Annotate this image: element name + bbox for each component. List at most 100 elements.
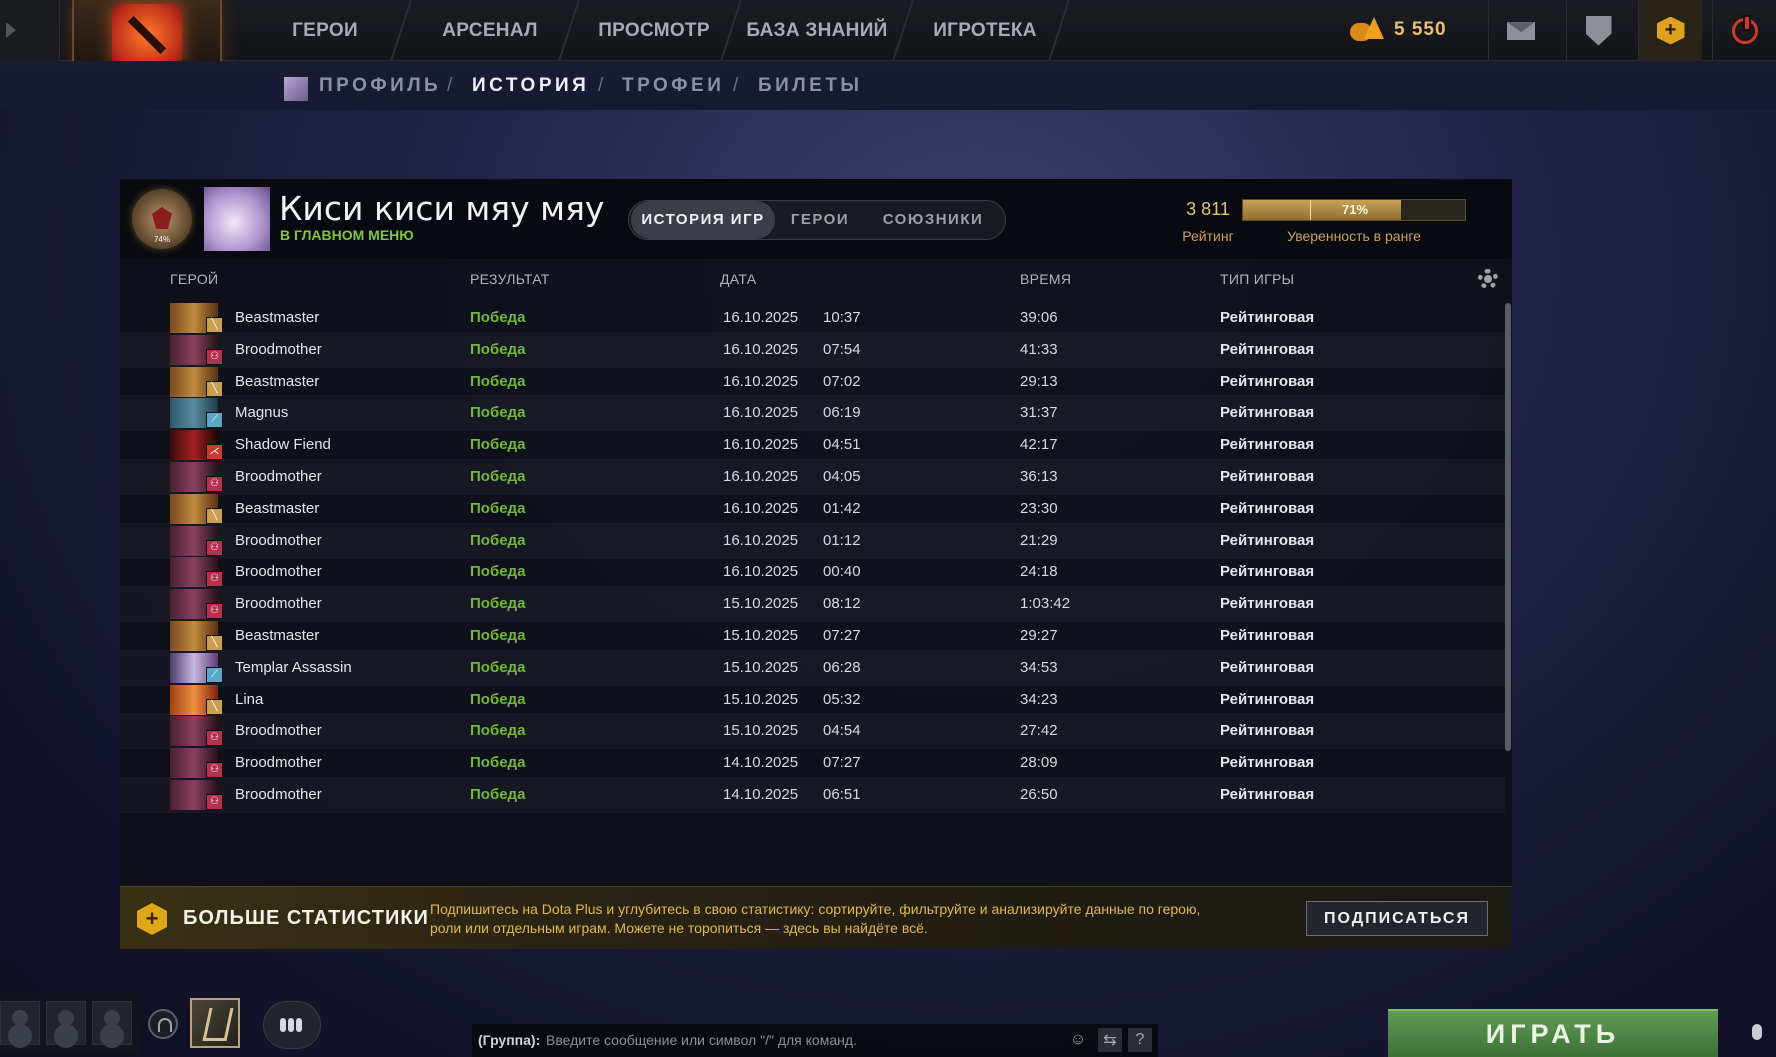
table-row[interactable]: ╲ Beastmaster Победа 16.10.2025 10:37 39:06 Ре… — [120, 300, 1505, 336]
dota-plus-button[interactable]: + — [1638, 0, 1702, 61]
role-icon: ⚇ — [206, 603, 223, 620]
game-type: Рейтинговая — [1220, 309, 1315, 326]
nav-separator — [390, 0, 412, 61]
role-icon: ⚇ — [206, 762, 223, 779]
nav-separator — [558, 0, 580, 61]
subnav-profile[interactable]: ПРОФИЛЬ — [319, 75, 441, 97]
table-row[interactable]: ⚇ Broodmother Победа 16.10.2025 04:05 36:13 Ре… — [120, 459, 1505, 495]
game-type: Рейтинговая — [1220, 754, 1315, 772]
match-duration: 29:27 — [1020, 627, 1058, 644]
nav-learn[interactable]: БАЗА ЗНАНИЙ — [742, 0, 892, 61]
table-row[interactable]: ⋌ Shadow Fiend Победа 16.10.2025 04:51 42:17 Р… — [120, 427, 1505, 463]
table-row[interactable]: ⚇ Broodmother Победа 14.10.2025 06:51 26:50 Ре… — [120, 777, 1505, 813]
microphone-icon[interactable] — [1752, 1024, 1762, 1040]
match-date: 15.10.2025 — [723, 690, 799, 708]
profile-avatar-small — [284, 77, 308, 101]
chat-input-field[interactable]: (Группа): Введите сообщение или символ "… — [472, 1024, 1158, 1057]
table-row[interactable]: ⚇ Broodmother Победа 16.10.2025 01:12 21:29 Ре… — [120, 523, 1505, 559]
match-date: 15.10.2025 — [723, 627, 799, 644]
match-date: 15.10.2025 — [723, 595, 799, 613]
table-row[interactable]: ⚇ Broodmother Победа 15.10.2025 08:12 1:03:42… — [120, 586, 1505, 622]
collapse-sidebar-button[interactable] — [0, 0, 60, 61]
dota-plus-level-badge[interactable] — [190, 998, 240, 1048]
hero: Magnus — [235, 404, 289, 422]
column-header-game-type[interactable]: ТИП ИГРЫ — [1220, 271, 1294, 287]
subnav-tickets[interactable]: БИЛЕТЫ — [758, 75, 863, 97]
game-type: Рейтинговая — [1220, 499, 1315, 517]
role-icon: ⟋ — [206, 412, 223, 429]
power-icon — [1731, 14, 1758, 44]
dota-plus-icon: + — [137, 903, 167, 935]
exit-button[interactable] — [1712, 0, 1776, 61]
match-duration: 34:23 — [1020, 690, 1058, 708]
role-icon: ╲ — [206, 635, 223, 651]
table-row[interactable]: ╲ Beastmaster Победа 16.10.2025 07:02 29:13 Ре… — [120, 364, 1505, 400]
headset-icon[interactable] — [148, 1009, 178, 1039]
emoji-icon[interactable]: ☺ — [1066, 1028, 1090, 1052]
match-history-panel: 74% Киси киси мяу мяу В ГЛАВНОМ МЕНЮ ИСТ… — [120, 179, 1512, 949]
help-icon[interactable]: ? — [1128, 1028, 1152, 1052]
inbox-button[interactable] — [1488, 0, 1552, 61]
party-slot-empty[interactable] — [46, 1001, 86, 1045]
scrollbar[interactable] — [1505, 303, 1511, 751]
chat-channels-button[interactable] — [263, 1001, 321, 1049]
result: Победа — [470, 595, 526, 613]
role-icon: ⚇ — [206, 348, 223, 365]
subnav-history[interactable]: ИСТОРИЯ — [472, 75, 589, 97]
party-slot-empty[interactable] — [92, 1001, 132, 1045]
tab-match-history[interactable]: ИСТОРИЯ ИГР — [631, 201, 775, 239]
table-row[interactable]: ⟋ Magnus Победа 16.10.2025 06:19 31:37 Рейтинг… — [120, 395, 1505, 431]
role-icon: ⚇ — [206, 730, 223, 747]
match-duration: 42:17 — [1020, 436, 1058, 454]
result: Победа — [470, 468, 526, 485]
result: Победа — [470, 340, 526, 358]
match-time: 01:42 — [823, 499, 861, 517]
match-date: 16.10.2025 — [723, 372, 799, 390]
nav-watch[interactable]: ПРОСМОТР — [588, 0, 720, 61]
hero: Beastmaster — [235, 627, 320, 644]
hero: Beastmaster — [235, 372, 320, 390]
game-type: Рейтинговая — [1220, 563, 1315, 581]
hero: Broodmother — [235, 531, 322, 549]
match-duration: 29:13 — [1020, 372, 1058, 390]
table-row[interactable]: ⚇ Broodmother Победа 16.10.2025 00:40 24:18 Ре… — [120, 554, 1505, 590]
armory-button[interactable] — [1566, 0, 1630, 61]
result: Победа — [470, 309, 526, 326]
avatar[interactable] — [204, 187, 270, 251]
play-button[interactable]: ИГРАТЬ — [1388, 1009, 1718, 1057]
gear-icon[interactable] — [1478, 269, 1498, 289]
promo-title: БОЛЬШЕ СТАТИСТИКИ — [183, 907, 429, 929]
subscribe-button[interactable]: ПОДПИСАТЬСЯ — [1306, 901, 1488, 936]
subnav-trophies[interactable]: ТРОФЕИ — [622, 75, 724, 97]
nav-arcade[interactable]: ИГРОТЕКА — [920, 0, 1050, 61]
chat-wheel-icon[interactable]: ⇆ — [1098, 1028, 1122, 1052]
game-type: Рейтинговая — [1220, 595, 1315, 613]
match-date: 16.10.2025 — [723, 309, 799, 326]
match-duration: 34:53 — [1020, 658, 1058, 676]
column-header-date[interactable]: ДАТА — [720, 271, 756, 287]
table-row[interactable]: ⟋ Templar Assassin Победа 15.10.2025 06:28 34… — [120, 650, 1505, 686]
mail-icon — [1506, 21, 1535, 40]
match-duration: 36:13 — [1020, 468, 1058, 485]
match-time: 00:40 — [823, 563, 861, 581]
party-slot-empty[interactable] — [0, 1001, 40, 1045]
table-row[interactable]: ╲ Beastmaster Победа 15.10.2025 07:27 29:27 Ре… — [120, 618, 1505, 654]
nav-heroes[interactable]: ГЕРОИ — [260, 0, 390, 61]
result: Победа — [470, 563, 526, 581]
table-row[interactable]: ╲ Beastmaster Победа 16.10.2025 01:42 23:30 Ре… — [120, 491, 1505, 527]
column-header-hero[interactable]: ГЕРОЙ — [170, 271, 218, 287]
result: Победа — [470, 754, 526, 772]
table-row[interactable]: ⚇ Broodmother Победа 16.10.2025 07:54 41:33 Ре… — [120, 332, 1505, 368]
match-duration: 21:29 — [1020, 531, 1058, 549]
tab-heroes[interactable]: ГЕРОИ — [779, 201, 861, 239]
game-type: Рейтинговая — [1220, 658, 1315, 676]
column-header-duration[interactable]: ВРЕМЯ — [1020, 271, 1071, 287]
game-type: Рейтинговая — [1220, 404, 1315, 422]
table-row[interactable]: ╲ Lina Победа 15.10.2025 05:32 34:23 Рейтингов… — [120, 682, 1505, 718]
nav-armory[interactable]: АРСЕНАЛ — [420, 0, 560, 61]
table-row[interactable]: ⚇ Broodmother Победа 15.10.2025 04:54 27:42 Ре… — [120, 713, 1505, 749]
table-row[interactable]: ⚇ Broodmother Победа 14.10.2025 07:27 28:09 Ре… — [120, 745, 1505, 781]
shards-balance[interactable]: 5 550 — [1350, 12, 1447, 48]
tab-allies[interactable]: СОЮЗНИКИ — [865, 201, 1001, 239]
column-header-result[interactable]: РЕЗУЛЬТАТ — [470, 271, 550, 287]
